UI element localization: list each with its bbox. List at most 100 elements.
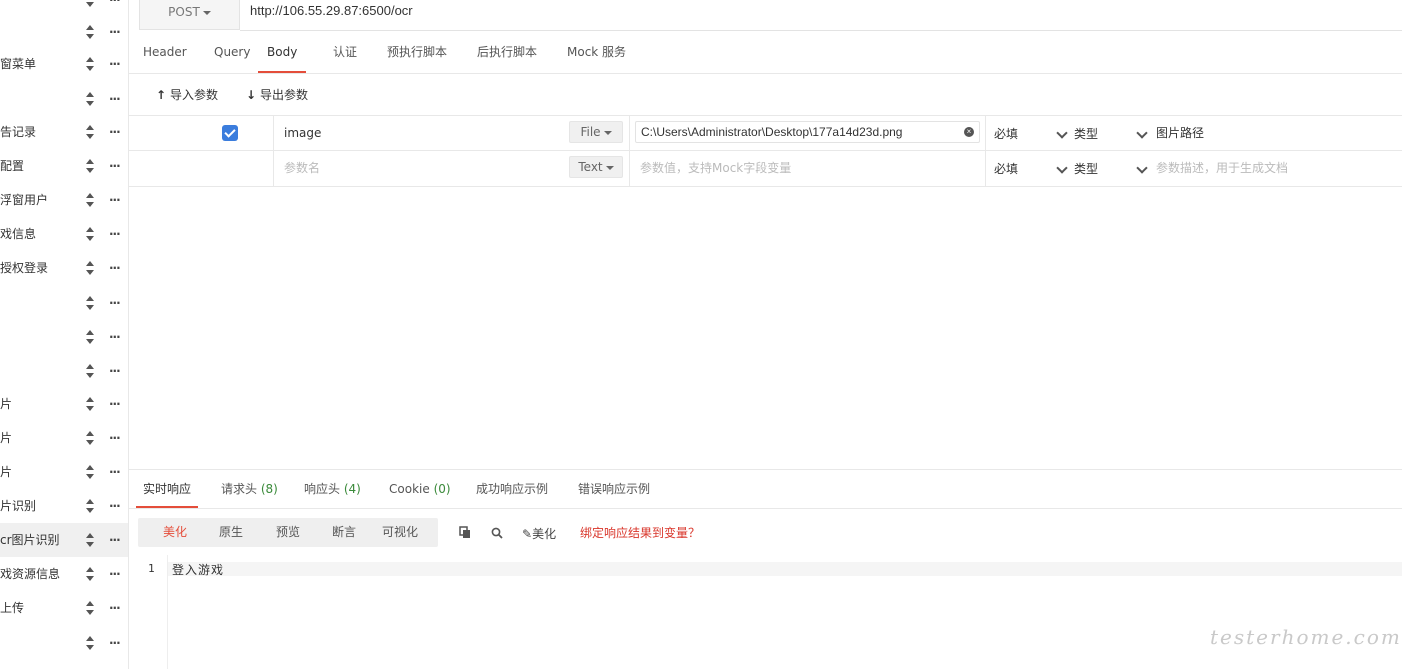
more-icon[interactable]: ···	[109, 364, 121, 378]
sort-icon[interactable]	[85, 192, 95, 208]
sort-icon[interactable]	[85, 532, 95, 548]
sort-icon[interactable]	[85, 430, 95, 446]
view-mode-preview[interactable]: 预览	[276, 518, 300, 547]
sort-icon[interactable]	[85, 396, 95, 412]
required-select[interactable]: 必填	[994, 116, 1018, 152]
view-mode-raw[interactable]: 原生	[219, 518, 243, 547]
tab-body[interactable]: Body	[258, 31, 307, 73]
export-params-button[interactable]: ↓ 导出参数	[245, 86, 308, 103]
param-description-input[interactable]: 参数描述，用于生成文档	[1156, 151, 1288, 185]
sort-icon[interactable]	[85, 363, 95, 379]
sidebar-item[interactable]: 戏信息 ···	[0, 217, 128, 251]
sort-icon[interactable]	[85, 464, 95, 480]
sidebar-item[interactable]: 片 ···	[0, 455, 128, 489]
param-value-input[interactable]: C:\Users\Administrator\Desktop\177a14d23…	[635, 121, 980, 143]
search-icon[interactable]	[491, 527, 504, 540]
view-mode-visualize[interactable]: 可视化	[382, 518, 418, 547]
param-name-input[interactable]: image	[284, 116, 321, 150]
beautify-button[interactable]: ✎美化	[522, 525, 556, 542]
clear-icon[interactable]: ×	[964, 127, 974, 137]
more-icon[interactable]: ···	[109, 636, 121, 650]
sort-icon[interactable]	[85, 498, 95, 514]
tab-realtime-response[interactable]: 实时响应	[135, 470, 199, 508]
sidebar-item[interactable]: 戏资源信息 ···	[0, 557, 128, 591]
copy-icon[interactable]	[459, 526, 472, 539]
tab-pre-script[interactable]: 预执行脚本	[387, 31, 447, 73]
more-icon[interactable]: ···	[109, 533, 121, 547]
sidebar-item[interactable]: 浮窗用户 ···	[0, 183, 128, 217]
sidebar-item[interactable]: 片识别 ···	[0, 489, 128, 523]
sort-icon[interactable]	[85, 635, 95, 651]
tab-header[interactable]: Header	[143, 31, 187, 73]
sidebar-item[interactable]: ···	[0, 286, 128, 320]
more-icon[interactable]: ···	[109, 57, 121, 71]
more-icon[interactable]: ···	[109, 431, 121, 445]
more-icon[interactable]: ···	[109, 0, 121, 7]
method-select[interactable]: POST	[139, 0, 240, 30]
param-type-select[interactable]: File	[569, 121, 623, 143]
view-mode-pretty[interactable]: 美化	[163, 518, 187, 547]
tab-post-script[interactable]: 后执行脚本	[477, 31, 537, 73]
sidebar-item-active[interactable]: cr图片识别 ···	[0, 523, 128, 557]
chevron-down-icon[interactable]	[1056, 127, 1068, 139]
more-icon[interactable]: ···	[109, 296, 121, 310]
datatype-select[interactable]: 类型	[1074, 151, 1098, 187]
param-type-select[interactable]: Text	[569, 156, 623, 178]
more-icon[interactable]: ···	[109, 125, 121, 139]
chevron-down-icon[interactable]	[1056, 162, 1068, 174]
more-icon[interactable]: ···	[109, 601, 121, 615]
sidebar-item[interactable]: 上传 ···	[0, 591, 128, 625]
sort-icon[interactable]	[85, 600, 95, 616]
url-input[interactable]: http://106.55.29.87:6500/ocr	[240, 0, 1402, 31]
more-icon[interactable]: ···	[109, 567, 121, 581]
more-icon[interactable]: ···	[109, 499, 121, 513]
more-icon[interactable]: ···	[109, 227, 121, 241]
more-icon[interactable]: ···	[109, 397, 121, 411]
tab-mock[interactable]: Mock 服务	[567, 31, 626, 73]
sort-icon[interactable]	[85, 158, 95, 174]
sort-icon[interactable]	[85, 329, 95, 345]
param-description-input[interactable]: 图片路径	[1156, 116, 1204, 150]
chevron-down-icon[interactable]	[1136, 127, 1148, 139]
sidebar-item[interactable]: ···	[0, 626, 128, 660]
sort-icon[interactable]	[85, 91, 95, 107]
param-value-input[interactable]: 参数值，支持Mock字段变量	[640, 151, 791, 185]
tab-success-example[interactable]: 成功响应示例	[476, 470, 548, 508]
sort-icon[interactable]	[85, 24, 95, 40]
tab-error-example[interactable]: 错误响应示例	[578, 470, 650, 508]
more-icon[interactable]: ···	[109, 159, 121, 173]
sort-icon[interactable]	[85, 56, 95, 72]
tab-query[interactable]: Query	[214, 31, 250, 73]
more-icon[interactable]: ···	[109, 92, 121, 106]
chevron-down-icon[interactable]	[1136, 162, 1148, 174]
bind-response-variable-link[interactable]: 绑定响应结果到变量？	[580, 524, 700, 541]
tab-request-headers[interactable]: 请求头 (8)	[221, 470, 278, 508]
sidebar-item[interactable]: 片 ···	[0, 421, 128, 455]
sidebar-item[interactable]: 告记录 ···	[0, 115, 128, 149]
tab-auth[interactable]: 认证	[333, 31, 357, 73]
more-icon[interactable]: ···	[109, 261, 121, 275]
required-select[interactable]: 必填	[994, 151, 1018, 187]
sidebar-item[interactable]: ···	[0, 354, 128, 388]
import-params-button[interactable]: ↑ 导入参数	[155, 86, 218, 103]
view-mode-assert[interactable]: 断言	[332, 518, 356, 547]
tab-cookie[interactable]: Cookie (0)	[389, 470, 451, 508]
sort-icon[interactable]	[85, 226, 95, 242]
sort-icon[interactable]	[85, 124, 95, 140]
more-icon[interactable]: ···	[109, 330, 121, 344]
sidebar-item[interactable]: 授权登录 ···	[0, 251, 128, 285]
sidebar-item[interactable]: 片 ···	[0, 387, 128, 421]
sidebar-item[interactable]: 窗菜单 ···	[0, 47, 128, 81]
sidebar-item[interactable]: ···	[0, 15, 128, 49]
response-body-text[interactable]: 登入游戏	[172, 561, 224, 578]
sidebar-item[interactable]: ···	[0, 82, 128, 116]
sidebar-item[interactable]: ···	[0, 320, 128, 354]
sort-icon[interactable]	[85, 260, 95, 276]
param-enabled-checkbox[interactable]	[222, 125, 238, 141]
sort-icon[interactable]	[85, 566, 95, 582]
param-name-input[interactable]: 参数名	[284, 151, 320, 185]
sort-icon[interactable]	[85, 0, 95, 8]
more-icon[interactable]: ···	[109, 465, 121, 479]
tab-response-headers[interactable]: 响应头 (4)	[304, 470, 361, 508]
sort-icon[interactable]	[85, 295, 95, 311]
